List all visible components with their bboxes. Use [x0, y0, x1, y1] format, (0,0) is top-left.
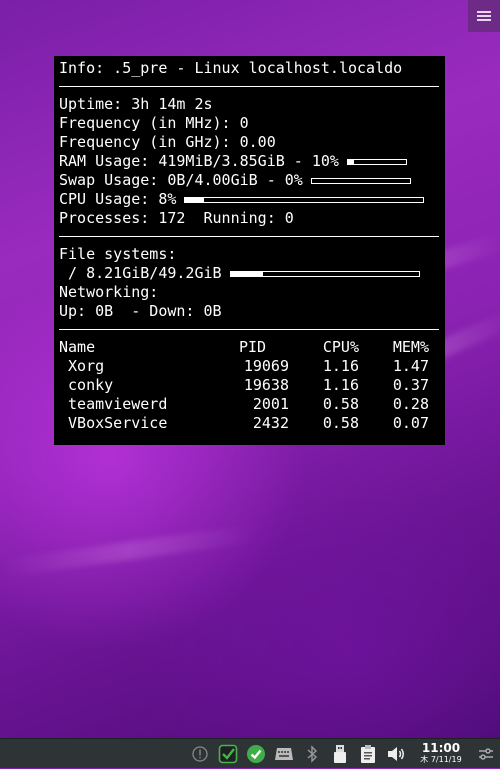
ram-usage-line: RAM Usage: 419MiB/3.85GiB - 10% [59, 152, 440, 171]
bluetooth-icon[interactable] [298, 739, 326, 769]
ram-usage-bar [346, 158, 407, 165]
root-fs-line: / 8.21GiB/49.2GiB [59, 264, 440, 283]
file-systems-header: File systems: [59, 245, 177, 263]
process-pid: 2001 [252, 395, 289, 413]
process-pid: 19638 [243, 376, 289, 394]
frequency-mhz-line: Frequency (in MHz): 0 [59, 114, 249, 132]
col-mem-header: MEM% [392, 338, 429, 356]
process-row: teamviewerd 2001 0.58 0.28 [59, 395, 440, 414]
volume-icon[interactable] [382, 739, 410, 769]
process-name: VBoxService [59, 414, 168, 432]
frequency-ghz-line: Frequency (in GHz): 0.00 [59, 133, 276, 151]
hamburger-menu-button[interactable] [468, 0, 500, 32]
process-mem: 0.28 [392, 395, 429, 413]
col-name-header: Name [59, 338, 96, 356]
uptime-line: Uptime: 3h 14m 2s [59, 95, 213, 113]
process-table-header: Name PID CPU% MEM% [59, 338, 440, 357]
cpu-usage-fill [185, 197, 205, 202]
ram-usage-fill [347, 159, 354, 164]
process-row: Xorg 19069 1.16 1.47 [59, 357, 440, 376]
alert-icon[interactable] [186, 739, 214, 769]
process-name: conky [59, 376, 114, 394]
root-fs-fill [230, 271, 263, 276]
col-cpu-header: CPU% [322, 338, 359, 356]
process-name: teamviewerd [59, 395, 168, 413]
usb-icon[interactable] [326, 739, 354, 769]
process-mem: 1.47 [392, 357, 429, 375]
col-pid-header: PID [239, 338, 267, 356]
process-cpu: 0.58 [322, 414, 359, 432]
swap-usage-text: Swap Usage: 0B/4.00GiB - 0% [59, 171, 303, 189]
cpu-usage-bar [184, 196, 425, 203]
settings-sliders-icon[interactable] [472, 739, 500, 769]
taskbar-clock[interactable]: 11:00 木 7/11/19 [416, 740, 466, 765]
process-row: conky 19638 1.16 0.37 [59, 376, 440, 395]
process-cpu: 1.16 [322, 376, 359, 394]
process-cpu: 1.16 [322, 357, 359, 375]
process-cpu: 0.58 [322, 395, 359, 413]
process-pid: 19069 [243, 357, 289, 375]
divider [59, 329, 439, 330]
root-fs-bar [229, 270, 420, 277]
ram-usage-text: RAM Usage: 419MiB/3.85GiB - 10% [59, 152, 339, 170]
process-row: VBoxService 2432 0.58 0.07 [59, 414, 440, 433]
clock-date: 木 7/11/19 [420, 754, 462, 764]
info-line: Info: .5_pre - Linux localhost.localdo [59, 59, 403, 77]
cpu-usage-text: CPU Usage: 8% [59, 190, 177, 208]
clipboard-icon[interactable] [354, 739, 382, 769]
conky-panel: Info: .5_pre - Linux localhost.localdo U… [54, 56, 445, 445]
wallpaper-streak [0, 523, 259, 578]
check-circle-icon[interactable] [242, 739, 270, 769]
divider [59, 86, 439, 87]
swap-usage-bar [310, 177, 411, 184]
process-mem: 0.37 [392, 376, 429, 394]
clock-time: 11:00 [421, 740, 461, 755]
root-fs-text: / 8.21GiB/49.2GiB [59, 264, 222, 282]
process-mem: 0.07 [392, 414, 429, 432]
process-name: Xorg [59, 357, 105, 375]
hamburger-icon [477, 11, 491, 21]
divider [59, 236, 439, 237]
task-check-icon[interactable] [214, 739, 242, 769]
keyboard-icon[interactable] [270, 739, 298, 769]
process-pid: 2432 [252, 414, 289, 432]
taskbar: 11:00 木 7/11/19 [0, 738, 500, 768]
